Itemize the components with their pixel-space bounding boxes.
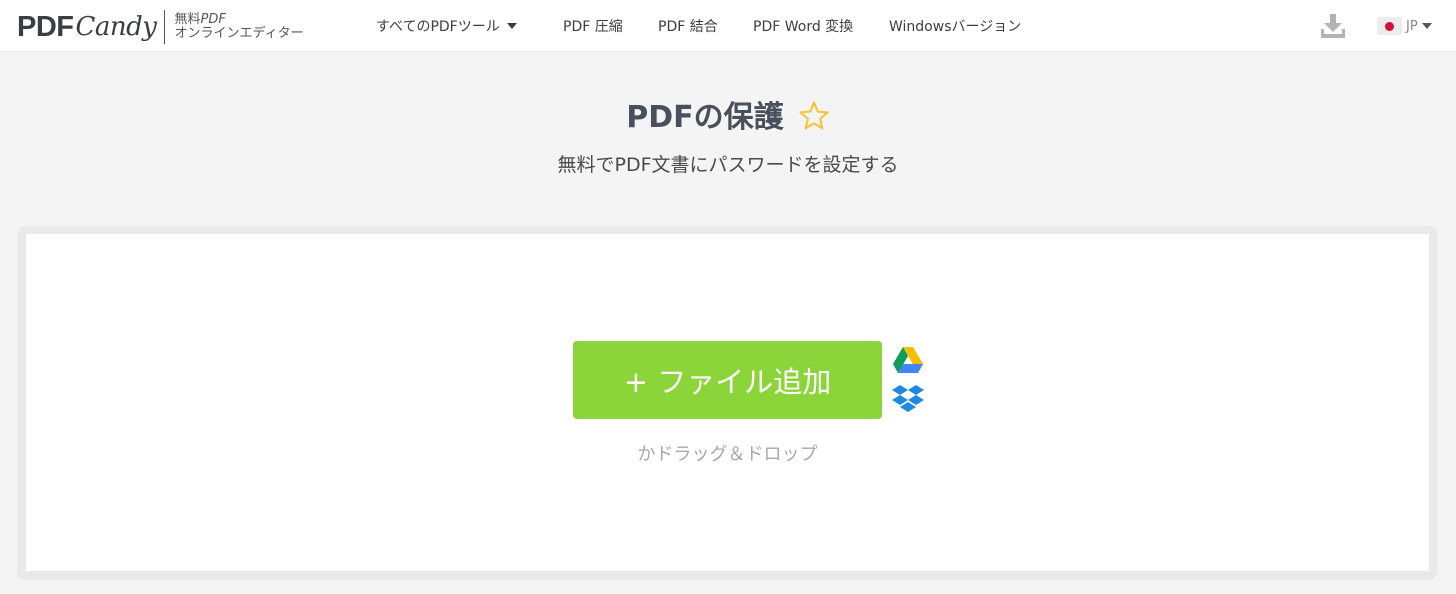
page-subtitle: 無料でPDF文書にパスワードを設定する — [557, 154, 899, 176]
japan-flag-icon — [1377, 17, 1402, 35]
logo-tagline-suffix: PDF — [200, 12, 226, 27]
top-navbar: PDF Candy 無料PDF オンラインエディター すべてのPDFツール PD… — [0, 0, 1456, 52]
language-code: JP — [1406, 18, 1418, 34]
nav-all-pdf-tools-label: すべてのPDFツール — [376, 19, 500, 35]
logo-tagline: 無料PDF オンラインエディター — [174, 13, 303, 41]
star-outline-icon[interactable] — [798, 100, 830, 132]
download-icon[interactable] — [1319, 13, 1347, 39]
nav-pdf-word-convert-label: PDF Word 変換 — [753, 19, 854, 35]
nav-all-pdf-tools[interactable]: すべてのPDFツール — [376, 0, 517, 52]
page-title: PDFの保護 — [626, 100, 784, 135]
google-drive-icon[interactable] — [892, 346, 924, 374]
pdfcandy-logo[interactable]: PDF Candy 無料PDF オンラインエディター — [17, 7, 304, 47]
add-file-button[interactable]: + ファイル追加 — [573, 341, 882, 419]
logo-brand-script: Candy — [75, 12, 157, 42]
nav-windows-version-label: Windowsバージョン — [889, 19, 1022, 35]
language-selector[interactable]: JP — [1377, 15, 1432, 37]
nav-windows-version[interactable]: Windowsバージョン — [889, 0, 1021, 52]
chevron-down-icon — [506, 23, 517, 29]
nav-pdf-compress[interactable]: PDF 圧縮 — [563, 0, 623, 52]
chevron-down-icon — [1421, 23, 1432, 29]
nav-pdf-merge[interactable]: PDF 結合 — [658, 0, 718, 52]
nav-pdf-word-convert[interactable]: PDF Word 変換 — [753, 0, 853, 52]
nav-pdf-compress-label: PDF 圧縮 — [563, 19, 623, 35]
nav-pdf-merge-label: PDF 結合 — [658, 19, 718, 35]
logo-brand-bold: PDF — [17, 10, 74, 43]
logo-divider — [164, 10, 166, 44]
page-heading: PDFの保護 — [0, 88, 1456, 140]
dropbox-icon[interactable] — [892, 384, 924, 415]
logo-tagline-line2: オンラインエディター — [174, 26, 304, 41]
drag-and-drop-hint: かドラッグ＆ドロップ — [637, 444, 818, 465]
logo-tagline-prefix: 無料 — [174, 12, 201, 27]
